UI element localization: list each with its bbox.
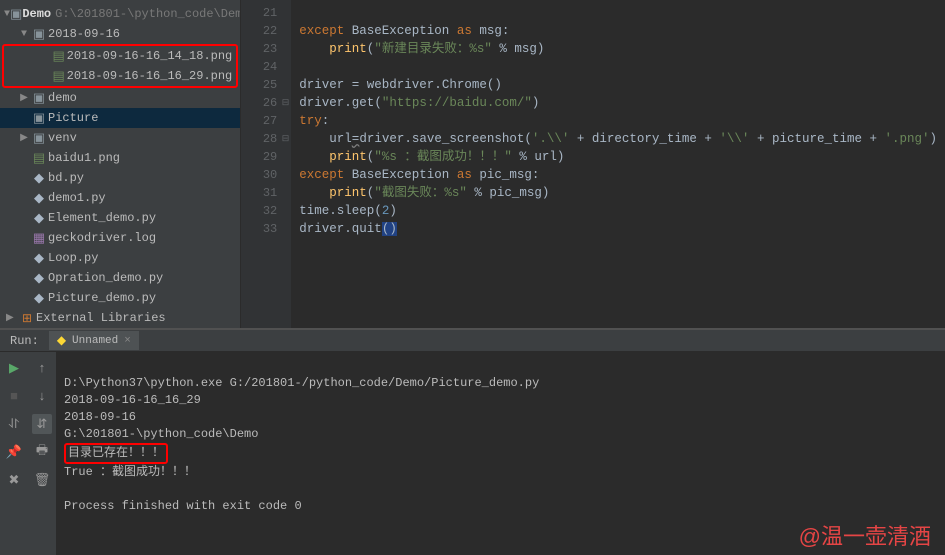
- tree-label: Element_demo.py: [48, 211, 156, 225]
- tree-label: geckodriver.log: [48, 231, 156, 245]
- pin-icon[interactable]: 📌: [4, 442, 24, 462]
- tree-label: 2018-09-16-16_16_29.png: [67, 69, 233, 83]
- python-icon: ◆: [30, 211, 48, 226]
- tree-file[interactable]: ◆ Element_demo.py: [0, 208, 240, 228]
- tree-label: venv: [48, 131, 77, 145]
- python-icon: ◆: [30, 251, 48, 266]
- trash-icon[interactable]: 🗑: [32, 470, 52, 490]
- tree-label: Loop.py: [48, 251, 98, 265]
- print-icon[interactable]: 🖶: [32, 442, 52, 462]
- code-area[interactable]: except BaseException as msg: print("新建目录…: [291, 0, 945, 328]
- tree-label: Opration_demo.py: [48, 271, 163, 285]
- expand-icon: ▶: [6, 312, 18, 324]
- project-name: Demo: [22, 7, 51, 21]
- external-libraries-label: External Libraries: [36, 311, 166, 325]
- tree-file[interactable]: ◆ demo1.py: [0, 188, 240, 208]
- folder-icon: ▣: [30, 91, 48, 106]
- console-line-highlighted: 目录已存在！！！: [64, 443, 168, 464]
- scroll-up-icon[interactable]: ↑: [32, 358, 52, 378]
- expand-icon: ▶: [18, 132, 30, 144]
- tree-file[interactable]: ▦ geckodriver.log: [0, 228, 240, 248]
- expand-icon: ▶: [18, 92, 30, 104]
- tree-file[interactable]: ◆ Opration_demo.py: [0, 268, 240, 288]
- tree-folder-selected[interactable]: ▣ Picture: [0, 108, 240, 128]
- console-line: Process finished with exit code 0: [64, 499, 302, 513]
- console-line: 2018-09-16: [64, 410, 136, 424]
- project-path: G:\201801-\python_code\Demo: [55, 7, 241, 21]
- folder-icon: ▣: [30, 111, 48, 126]
- expand-icon: ▼: [18, 29, 30, 40]
- folder-icon: ▣: [30, 27, 48, 42]
- tree-label: demo: [48, 91, 77, 105]
- tree-label: Picture_demo.py: [48, 291, 156, 305]
- run-panel-header: Run: ◆ Unnamed ×: [0, 330, 945, 352]
- tree-folder[interactable]: ▶ ▣ venv: [0, 128, 240, 148]
- console-line: True ：截图成功！！！: [64, 465, 196, 479]
- tree-file[interactable]: ▤ baidu1.png: [0, 148, 240, 168]
- run-tab-name: Unnamed: [72, 335, 118, 347]
- soft-wrap-icon[interactable]: ⇵: [32, 414, 52, 434]
- console-line: D:\Python37\python.exe G:/201801-/python…: [64, 376, 539, 390]
- folder-icon: ▣: [10, 7, 22, 22]
- code-editor[interactable]: 2122232425 2627282930 313233 except Base…: [241, 0, 945, 328]
- run-toolbar: ▶ ■ ⥯ 📌 ✖ ↑ ↓ ⇵ 🖶 🗑: [0, 352, 56, 555]
- python-icon: ◆: [30, 291, 48, 306]
- close-panel-icon[interactable]: ✖: [4, 470, 24, 490]
- external-libraries[interactable]: ▶ ⊞ External Libraries: [0, 308, 240, 328]
- stop-icon[interactable]: ■: [4, 386, 24, 406]
- tree-label: Picture: [48, 111, 98, 125]
- tree-file[interactable]: ▤ 2018-09-16-16_16_29.png: [4, 66, 236, 86]
- tree-label: bd.py: [48, 171, 84, 185]
- close-icon[interactable]: ×: [124, 335, 131, 347]
- tree-file[interactable]: ◆ Loop.py: [0, 248, 240, 268]
- scroll-down-icon[interactable]: ↓: [32, 386, 52, 406]
- log-icon: ▦: [30, 231, 48, 246]
- image-icon: ▤: [30, 151, 48, 166]
- image-icon: ▤: [51, 49, 67, 64]
- tree-label: baidu1.png: [48, 151, 120, 165]
- tree-label: 2018-09-16: [48, 27, 120, 41]
- run-label: Run:: [0, 334, 49, 348]
- console-line: G:\201801-\python_code\Demo: [64, 427, 258, 441]
- folder-icon: ▣: [30, 131, 48, 146]
- tree-file[interactable]: ◆ Picture_demo.py: [0, 288, 240, 308]
- python-icon: ◆: [30, 191, 48, 206]
- project-root[interactable]: ▼ ▣ Demo G:\201801-\python_code\Demo: [0, 4, 240, 24]
- tree-file[interactable]: ◆ bd.py: [0, 168, 240, 188]
- tree-label: 2018-09-16-16_14_18.png: [67, 49, 233, 63]
- tree-folder[interactable]: ▼ ▣ 2018-09-16: [0, 24, 240, 44]
- library-icon: ⊞: [18, 311, 36, 326]
- watermark: @温一壶清酒: [799, 528, 931, 545]
- python-icon: ◆: [30, 271, 48, 286]
- layout-icon[interactable]: ⥯: [4, 414, 24, 434]
- line-gutter: 2122232425 2627282930 313233: [241, 0, 291, 328]
- tree-file[interactable]: ▤ 2018-09-16-16_14_18.png: [4, 46, 236, 66]
- console-line: 2018-09-16-16_16_29: [64, 393, 201, 407]
- python-icon: ◆: [57, 333, 66, 348]
- console-output[interactable]: D:\Python37\python.exe G:/201801-/python…: [56, 352, 945, 555]
- project-sidebar[interactable]: ▼ ▣ Demo G:\201801-\python_code\Demo ▼ ▣…: [0, 0, 241, 328]
- run-tab[interactable]: ◆ Unnamed ×: [49, 331, 139, 350]
- rerun-icon[interactable]: ▶: [4, 358, 24, 378]
- tree-label: demo1.py: [48, 191, 106, 205]
- image-icon: ▤: [51, 69, 67, 84]
- tree-folder[interactable]: ▶ ▣ demo: [0, 88, 240, 108]
- python-icon: ◆: [30, 171, 48, 186]
